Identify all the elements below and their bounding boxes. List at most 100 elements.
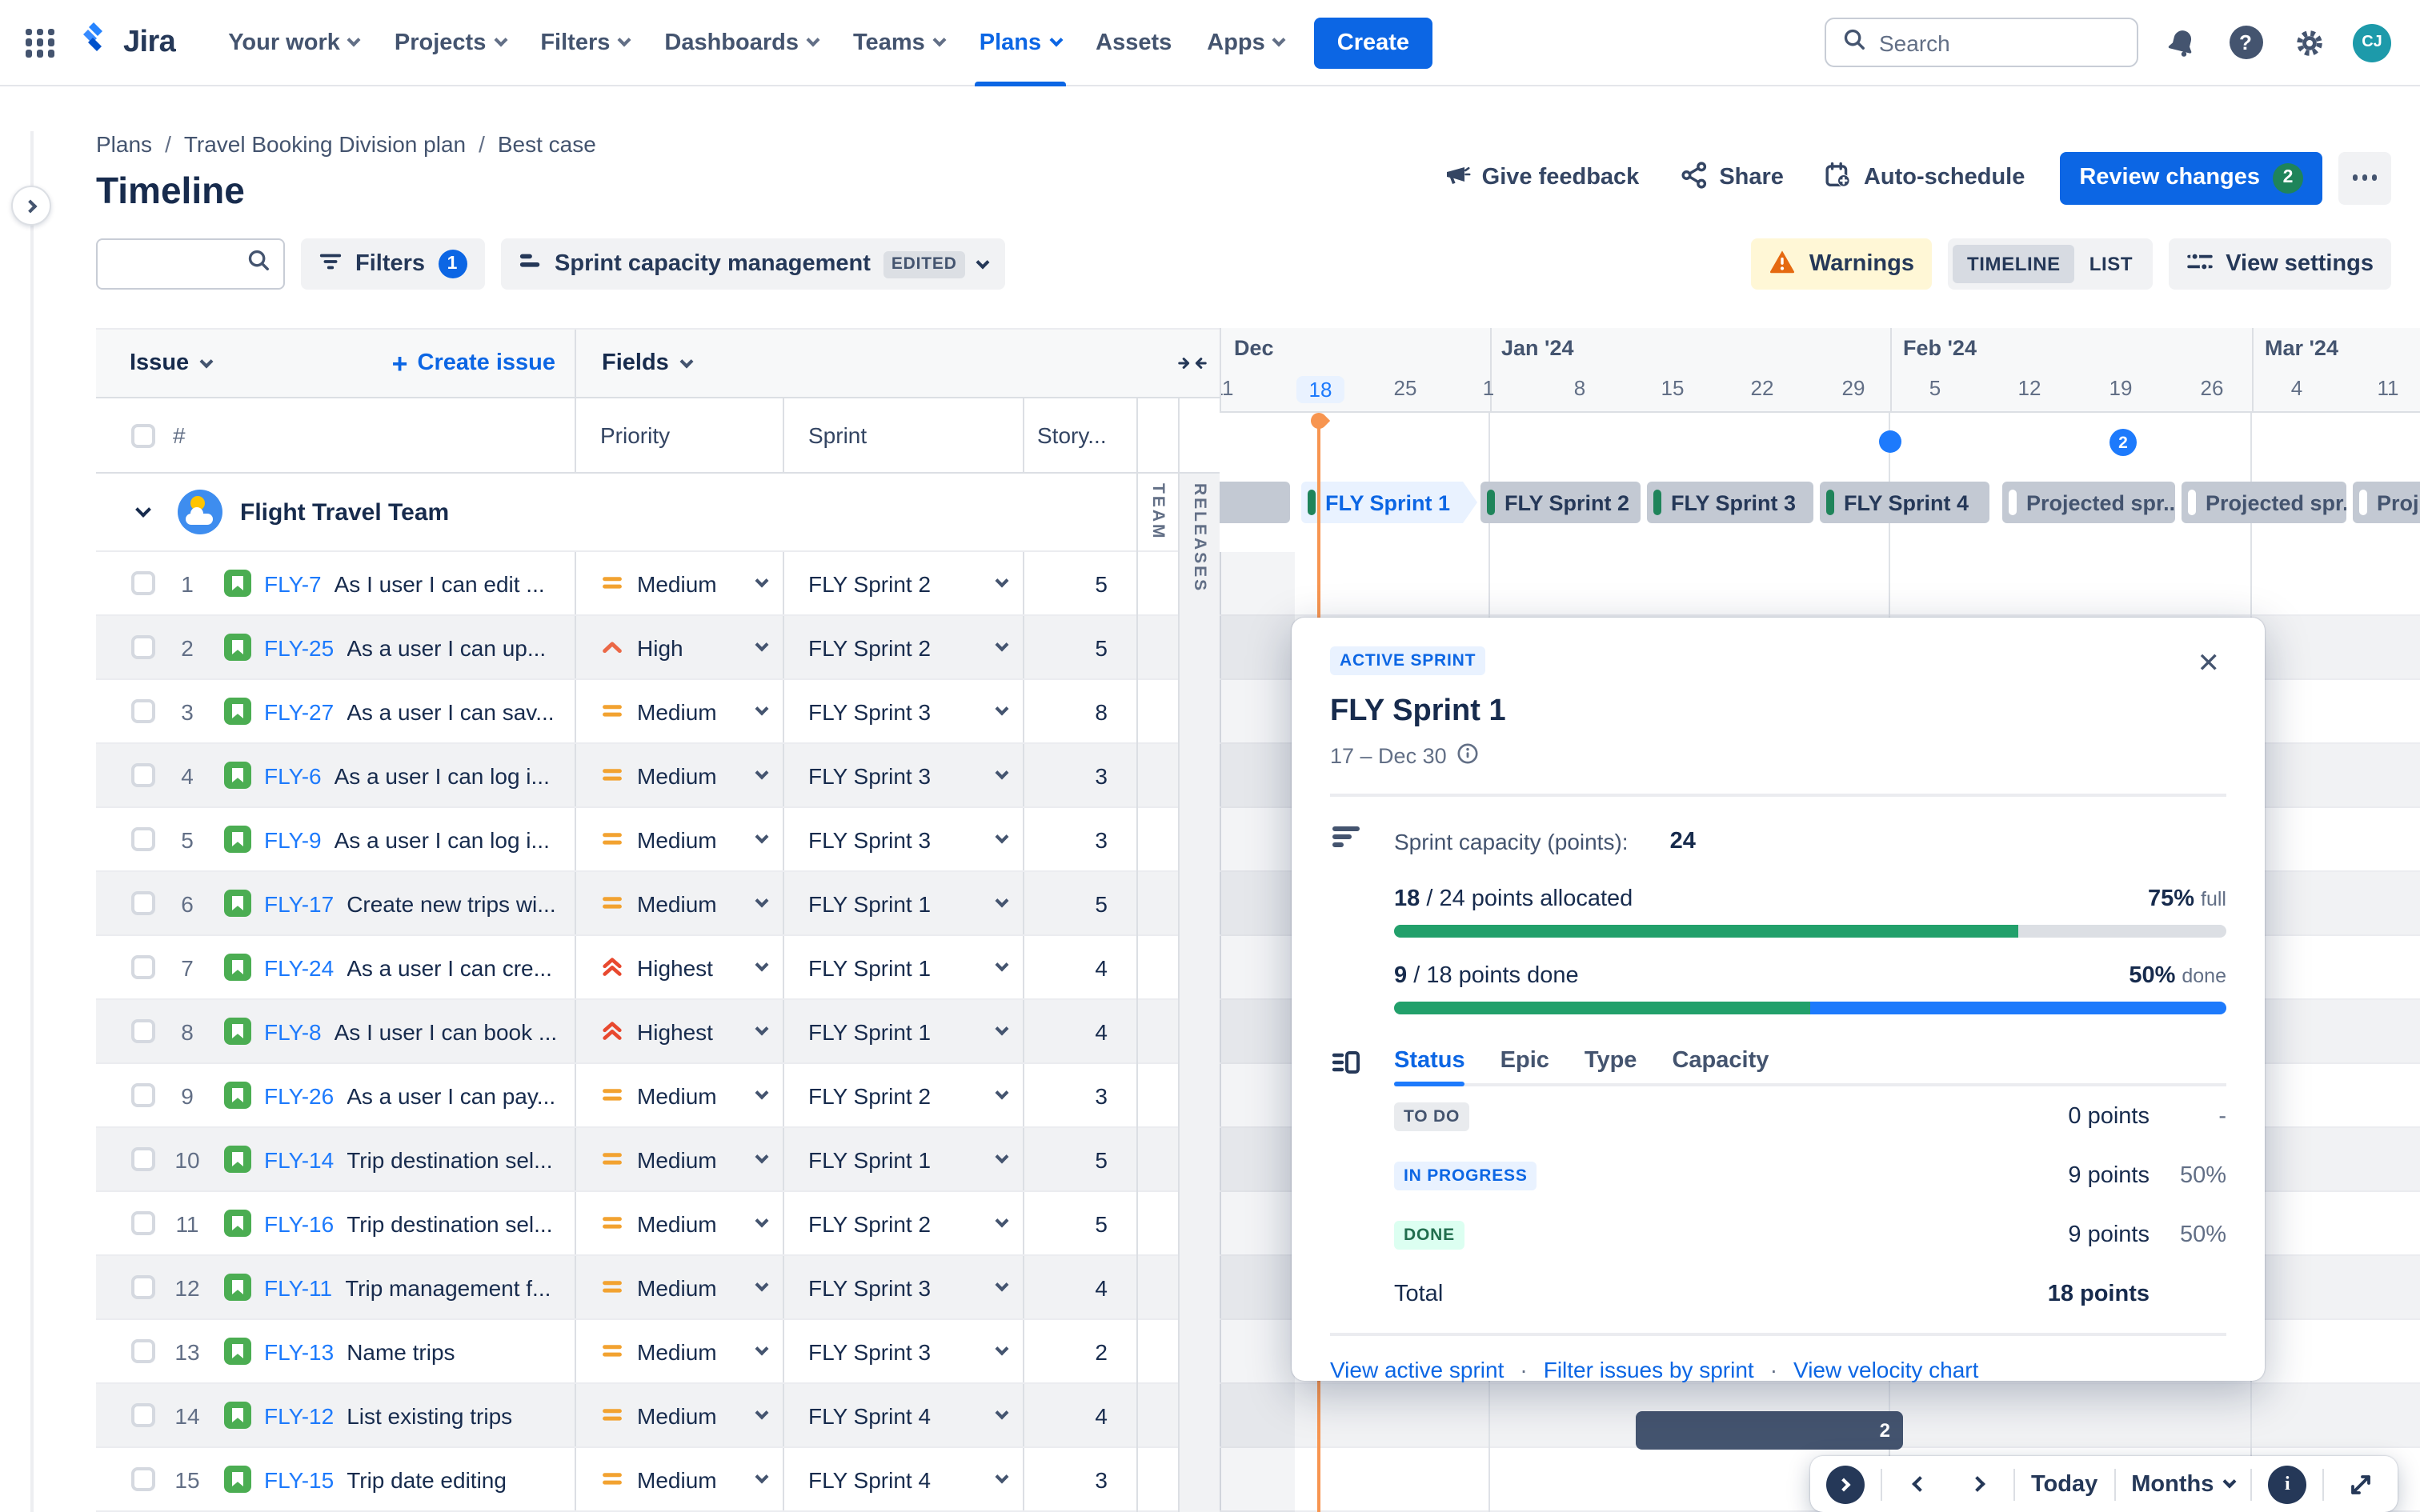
gantt-bar[interactable]: 2 [1636, 1411, 1903, 1450]
sprint-chip[interactable]: FLY Sprint 3 [1647, 482, 1813, 523]
sprint-chip[interactable]: Projected spr... [2002, 482, 2175, 523]
breadcrumb-item[interactable]: Best case [498, 131, 596, 157]
nav-item-teams[interactable]: Teams [835, 0, 962, 86]
plan-search-field[interactable] [96, 238, 285, 290]
settings-gear-icon[interactable] [2289, 22, 2330, 63]
time-range-dropdown[interactable]: Months [2131, 1471, 2237, 1497]
issue-key-link[interactable]: FLY-16 [264, 1210, 334, 1236]
fullscreen-icon[interactable] [2340, 1463, 2382, 1505]
row-checkbox[interactable] [131, 1339, 155, 1363]
priority-select[interactable]: Medium [575, 552, 783, 614]
info-button[interactable]: i [2268, 1465, 2307, 1503]
sprint-select[interactable]: FLY Sprint 1 [783, 1000, 1023, 1062]
user-avatar[interactable]: CJ [2353, 23, 2391, 62]
priority-select[interactable]: Medium [575, 1448, 783, 1510]
issue-key-link[interactable]: FLY-12 [264, 1402, 334, 1428]
team-group-row[interactable]: Flight Travel Team [96, 474, 1220, 552]
nav-item-projects[interactable]: Projects [377, 0, 523, 86]
create-button[interactable]: Create [1314, 17, 1432, 68]
issue-key-link[interactable]: FLY-24 [264, 954, 334, 980]
priority-select[interactable]: Medium [575, 1384, 783, 1446]
sprint-select[interactable]: FLY Sprint 2 [783, 1192, 1023, 1254]
popup-link[interactable]: Filter issues by sprint [1544, 1357, 1754, 1382]
issue-key-link[interactable]: FLY-13 [264, 1338, 334, 1364]
timeline-row-lane[interactable] [1220, 552, 2420, 614]
sprint-select[interactable]: FLY Sprint 2 [783, 552, 1023, 614]
help-icon[interactable]: ? [2225, 22, 2266, 63]
story-points-value[interactable]: 4 [1023, 1000, 1136, 1062]
nav-item-dashboards[interactable]: Dashboards [647, 0, 835, 86]
popup-link[interactable]: View velocity chart [1793, 1357, 1978, 1382]
story-points-value[interactable]: 3 [1023, 1448, 1136, 1510]
global-search[interactable] [1825, 18, 2138, 67]
sprint-select[interactable]: FLY Sprint 2 [783, 1064, 1023, 1126]
sprint-chip[interactable]: FLY Sprint 2 [1480, 482, 1641, 523]
expand-all-button[interactable] [1826, 1465, 1865, 1503]
sprint-select[interactable]: FLY Sprint 3 [783, 1320, 1023, 1382]
row-checkbox[interactable] [131, 1083, 155, 1107]
sprint-select[interactable]: FLY Sprint 3 [783, 680, 1023, 742]
issue-key-link[interactable]: FLY-15 [264, 1466, 334, 1492]
sprint-select[interactable]: FLY Sprint 1 [783, 936, 1023, 998]
row-checkbox[interactable] [131, 1467, 155, 1491]
notifications-bell-icon[interactable] [2161, 22, 2202, 63]
close-icon[interactable]: ✕ [2191, 646, 2227, 680]
sprint-chip[interactable]: Proj... [2353, 482, 2420, 523]
view-preset-dropdown[interactable]: Sprint capacity management EDITED [500, 238, 1005, 290]
scroll-left-button[interactable] [1898, 1463, 1940, 1505]
row-checkbox[interactable] [131, 1275, 155, 1299]
info-icon[interactable] [1456, 742, 1479, 770]
filters-button[interactable]: Filters 1 [301, 238, 485, 290]
row-checkbox[interactable] [131, 955, 155, 979]
issue-key-link[interactable]: FLY-7 [264, 570, 322, 596]
story-points-value[interactable]: 3 [1023, 744, 1136, 806]
sprint-select[interactable]: FLY Sprint 3 [783, 744, 1023, 806]
issue-row[interactable]: 1 FLY-7 As I user I can edit ... Medium … [96, 552, 2420, 616]
app-switcher-icon[interactable] [26, 28, 54, 57]
story-points-value[interactable]: 4 [1023, 936, 1136, 998]
popup-tab-capacity[interactable]: Capacity [1672, 1047, 1769, 1086]
story-points-value[interactable]: 5 [1023, 552, 1136, 614]
view-toggle-list[interactable]: LIST [2075, 245, 2147, 283]
give-feedback-button[interactable]: Give feedback [1426, 150, 1656, 205]
popup-link[interactable]: View active sprint [1330, 1357, 1504, 1382]
row-checkbox[interactable] [131, 827, 155, 851]
story-points-value[interactable]: 5 [1023, 616, 1136, 678]
issue-key-link[interactable]: FLY-6 [264, 762, 322, 788]
row-checkbox[interactable] [131, 1019, 155, 1043]
nav-item-assets[interactable]: Assets [1078, 0, 1189, 86]
story-points-value[interactable]: 8 [1023, 680, 1136, 742]
issue-key-link[interactable]: FLY-26 [264, 1082, 334, 1108]
issue-key-link[interactable]: FLY-25 [264, 634, 334, 660]
sprint-select[interactable]: FLY Sprint 3 [783, 1256, 1023, 1318]
create-issue-button[interactable]: + Create issue [392, 350, 562, 377]
nav-item-apps[interactable]: Apps [1189, 0, 1302, 86]
popup-tab-epic[interactable]: Epic [1500, 1047, 1549, 1086]
sidebar-expand-button[interactable] [11, 186, 51, 226]
nav-item-filters[interactable]: Filters [523, 0, 647, 86]
issue-key-link[interactable]: FLY-8 [264, 1018, 322, 1044]
more-actions-button[interactable] [2338, 151, 2391, 204]
priority-select[interactable]: Medium [575, 680, 783, 742]
row-checkbox[interactable] [131, 1147, 155, 1171]
story-points-value[interactable]: 5 [1023, 1128, 1136, 1190]
priority-select[interactable]: Medium [575, 1256, 783, 1318]
warnings-button[interactable]: Warnings [1751, 238, 1932, 290]
plan-search-input[interactable] [118, 252, 246, 276]
priority-select[interactable]: Medium [575, 808, 783, 870]
row-checkbox[interactable] [131, 891, 155, 915]
issue-key-link[interactable]: FLY-17 [264, 890, 334, 916]
row-checkbox[interactable] [131, 635, 155, 659]
release-milestone[interactable]: 2 [2109, 429, 2137, 456]
view-toggle-timeline[interactable]: TIMELINE [1952, 245, 2075, 283]
auto-schedule-button[interactable]: Auto-schedule [1809, 151, 2041, 204]
view-settings-button[interactable]: View settings [2168, 238, 2391, 290]
sprint-chip[interactable]: FLY Sprint 4 [1820, 482, 1989, 523]
story-points-value[interactable]: 3 [1023, 1064, 1136, 1126]
breadcrumb-item[interactable]: Plans [96, 131, 152, 157]
story-points-value[interactable]: 4 [1023, 1384, 1136, 1446]
row-checkbox[interactable] [131, 571, 155, 595]
priority-select[interactable]: Medium [575, 1128, 783, 1190]
row-checkbox[interactable] [131, 1211, 155, 1235]
row-checkbox[interactable] [131, 1403, 155, 1427]
